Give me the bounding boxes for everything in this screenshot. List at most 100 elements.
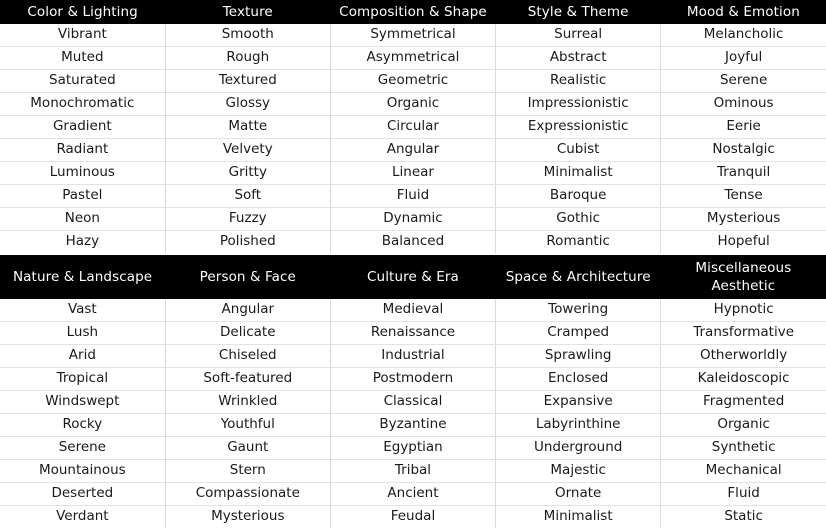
column-header-1: Nature & Landscape [0,255,165,299]
table-row: RockyYouthfulByzantineLabyrinthineOrgani… [0,414,826,437]
keyword-cell: Circular [330,116,495,139]
keyword-cell: Underground [496,437,661,460]
keyword-cell: Hazy [0,231,165,254]
keyword-cell: Saturated [0,70,165,93]
keyword-cell: Balanced [330,231,495,254]
table-lower-body: VastAngularMedievalToweringHypnoticLush D… [0,299,826,528]
keyword-cell: Asymmetrical [330,47,495,70]
keyword-cell: Synthetic [661,437,826,460]
keyword-cell: Gradient [0,116,165,139]
keyword-cell: Geometric [330,70,495,93]
table-row: MountainousSternTribalMajesticMechanical [0,460,826,483]
keyword-cell: Lush [0,322,165,345]
keyword-cell: Joyful [661,47,826,70]
column-header-5: Miscellaneous Aesthetic [661,255,826,299]
keyword-cell: Majestic [496,460,661,483]
keyword-cell: Velvety [165,139,330,162]
keyword-cell: Windswept [0,391,165,414]
keyword-cell: Polished [165,231,330,254]
header-row: Nature & LandscapePerson & FaceCulture &… [0,255,826,299]
keyword-cell: Hypnotic [661,299,826,322]
keyword-cell: Serene [661,70,826,93]
keyword-cell: Tropical [0,368,165,391]
keyword-cell: Organic [661,414,826,437]
keyword-cell: Fluid [661,483,826,506]
keyword-cell: Vibrant [0,24,165,47]
keyword-cell: Labyrinthine [496,414,661,437]
keyword-cell: Abstract [496,47,661,70]
keyword-cell: Otherworldly [661,345,826,368]
keyword-cell: Vast [0,299,165,322]
keyword-cell: Matte [165,116,330,139]
keyword-cell: Radiant [0,139,165,162]
keyword-cell: Symmetrical [330,24,495,47]
column-header-2: Person & Face [165,255,330,299]
keyword-cell: Rocky [0,414,165,437]
keyword-cell: Nostalgic [661,139,826,162]
keyword-cell: Medieval [330,299,495,322]
column-header-1: Color & Lighting [0,0,165,24]
table-upper-body: VibrantSmoothSymmetricalSurrealMelanchol… [0,24,826,253]
keyword-cell: Byzantine [330,414,495,437]
keyword-cell: Surreal [496,24,661,47]
keyword-cell: Rough [165,47,330,70]
table-row: VastAngularMedievalToweringHypnotic [0,299,826,322]
keyword-cell: Mysterious [165,506,330,528]
keyword-cell: Transformative [661,322,826,345]
table-row: MutedRoughAsymmetricalAbstractJoyful [0,47,826,70]
keyword-cell: Gothic [496,208,661,231]
table-row: MonochromaticGlossyOrganicImpressionisti… [0,93,826,116]
table-row: GradientMatteCircularExpressionisticEeri… [0,116,826,139]
keyword-cell: Ornate [496,483,661,506]
keyword-cell: Deserted [0,483,165,506]
table-row: TropicalSoft-featuredPostmodernEnclosedK… [0,368,826,391]
keyword-cell: Ancient [330,483,495,506]
keyword-cell: Mechanical [661,460,826,483]
keyword-cell: Cubist [496,139,661,162]
keyword-cell: Stern [165,460,330,483]
keyword-cell: Renaissance [330,322,495,345]
keyword-cell: Eerie [661,116,826,139]
table-row: SaturatedTexturedGeometricRealisticSeren… [0,70,826,93]
keyword-cell: Tribal [330,460,495,483]
keyword-cell: Realistic [496,70,661,93]
keyword-cell: Dynamic [330,208,495,231]
table-row: RadiantVelvetyAngularCubistNostalgic [0,139,826,162]
keyword-cell: Ominous [661,93,826,116]
keyword-tables-sheet: Color & LightingTextureComposition & Sha… [0,0,826,528]
keyword-cell: Luminous [0,162,165,185]
table-row: VibrantSmoothSymmetricalSurrealMelanchol… [0,24,826,47]
keyword-cell: Gaunt [165,437,330,460]
column-header-3: Culture & Era [330,255,495,299]
keyword-cell: Industrial [330,345,495,368]
keyword-cell: Enclosed [496,368,661,391]
keyword-cell: Expressionistic [496,116,661,139]
table-lower: Nature & LandscapePerson & FaceCulture &… [0,255,826,528]
column-header-3: Composition & Shape [330,0,495,24]
keyword-cell: Wrinkled [165,391,330,414]
table-lower-header: Nature & LandscapePerson & FaceCulture &… [0,255,826,299]
keyword-cell: Impressionistic [496,93,661,116]
keyword-cell: Soft-featured [165,368,330,391]
keyword-cell: Towering [496,299,661,322]
keyword-cell: Cramped [496,322,661,345]
table-row: WindsweptWrinkledClassicalExpansiveFragm… [0,391,826,414]
keyword-cell: Serene [0,437,165,460]
keyword-cell: Youthful [165,414,330,437]
keyword-cell: Egyptian [330,437,495,460]
keyword-cell: Glossy [165,93,330,116]
table-upper: Color & LightingTextureComposition & Sha… [0,0,826,253]
keyword-cell: Mysterious [661,208,826,231]
keyword-cell: Neon [0,208,165,231]
table-row: AridChiseledIndustrialSprawlingOtherworl… [0,345,826,368]
keyword-cell: Compassionate [165,483,330,506]
keyword-cell: Minimalist [496,506,661,528]
table-row: DesertedCompassionateAncientOrnateFluid [0,483,826,506]
table-row: VerdantMysteriousFeudalMinimalistStatic [0,506,826,528]
keyword-cell: Hopeful [661,231,826,254]
keyword-cell: Organic [330,93,495,116]
table-row: HazyPolishedBalancedRomanticHopeful [0,231,826,254]
keyword-cell: Monochromatic [0,93,165,116]
keyword-cell: Feudal [330,506,495,528]
keyword-cell: Melancholic [661,24,826,47]
